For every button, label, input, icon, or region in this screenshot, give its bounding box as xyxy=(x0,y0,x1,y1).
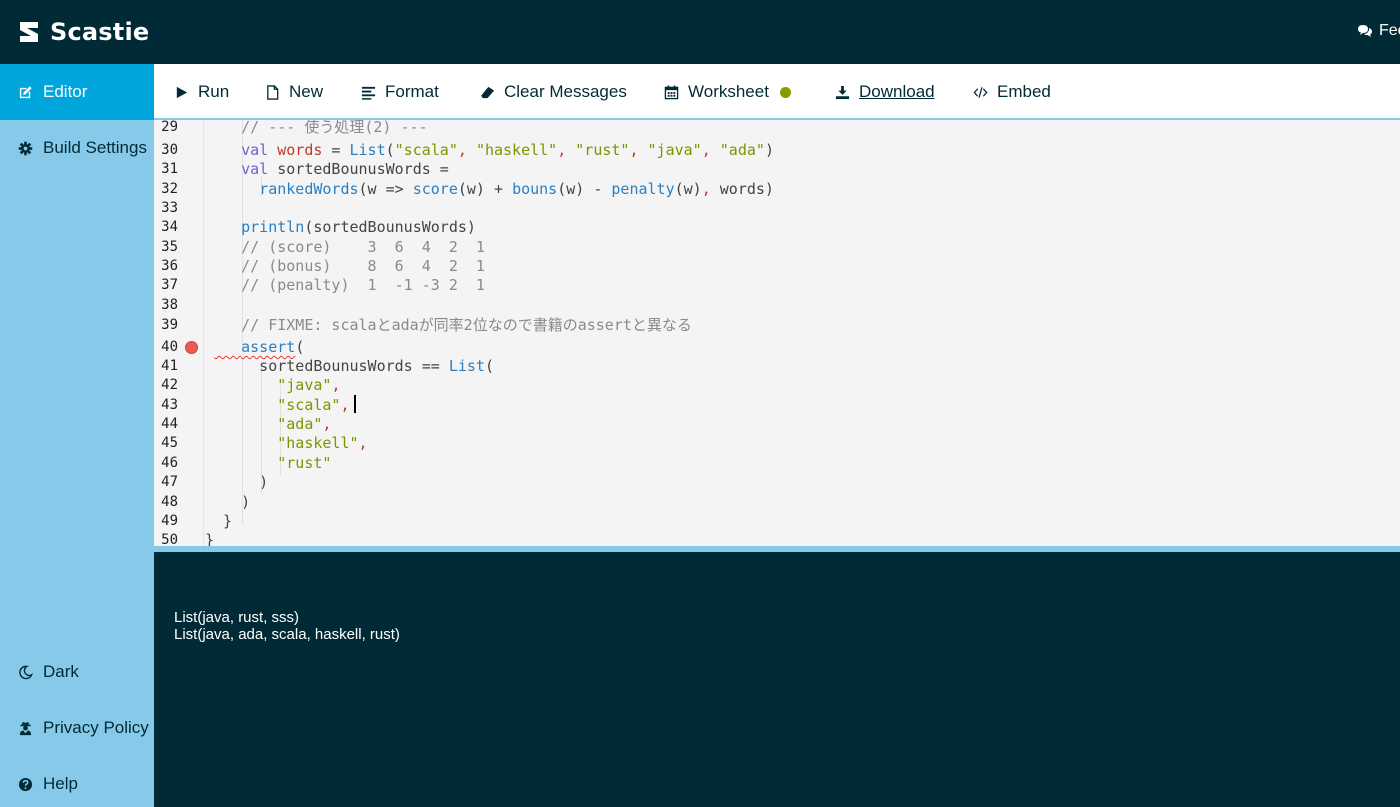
code-line: } xyxy=(205,512,233,530)
question-circle-icon xyxy=(18,777,33,791)
line-number: 38 xyxy=(161,297,178,313)
sidebar-item-dark[interactable]: Dark xyxy=(0,644,154,700)
top-bar: Scastie Fee xyxy=(0,0,1400,64)
line-number: 31 xyxy=(161,161,178,177)
download-icon xyxy=(835,85,850,99)
worksheet-label: Worksheet xyxy=(688,82,769,101)
code-icon xyxy=(973,86,988,98)
sidebar-item-privacy-policy[interactable]: Privacy Policy xyxy=(0,700,154,756)
user-secret-icon xyxy=(19,721,32,735)
code-editor[interactable]: 29 30 31 32 33 34 35 36 37 38 39 40 41 4… xyxy=(154,120,1400,546)
format-button[interactable]: Format xyxy=(361,64,439,120)
play-icon xyxy=(176,86,188,98)
code-line: "scala", xyxy=(277,396,350,414)
new-button[interactable]: New xyxy=(265,64,323,120)
scastie-logo-icon xyxy=(20,22,38,42)
worksheet-toggle[interactable]: Worksheet xyxy=(664,64,791,120)
code-line: // (bonus) 8 6 4 2 1 xyxy=(205,257,485,275)
line-number: 40 xyxy=(161,339,178,355)
eraser-icon xyxy=(480,86,495,98)
line-number: 42 xyxy=(161,377,178,393)
sidebar-item-label: Editor xyxy=(43,82,88,101)
line-number: 29 xyxy=(161,120,178,135)
line-number: 45 xyxy=(161,435,178,451)
code-line-error: assert( xyxy=(241,338,305,356)
line-number: 36 xyxy=(161,258,178,274)
worksheet-status-indicator xyxy=(779,86,791,98)
moon-icon xyxy=(19,665,33,679)
code-line: "haskell", xyxy=(277,434,368,452)
line-number: 39 xyxy=(161,317,178,333)
sidebar-item-editor[interactable]: Editor xyxy=(0,64,154,120)
sidebar: Editor Build Settings Dark Privacy Polic… xyxy=(0,64,154,807)
console-line: List(java, rust, sss) xyxy=(174,609,300,626)
console-output: List(java, rust, sss) List(java, ada, sc… xyxy=(154,552,1400,807)
sidebar-item-label: Privacy Policy xyxy=(43,718,149,737)
editor-toolbar: Run New Format Clear Messages Worksheet … xyxy=(154,64,1400,120)
line-number: 49 xyxy=(161,513,178,529)
code-line: // (penalty) 1 -1 -3 2 1 xyxy=(205,276,485,294)
gear-icon xyxy=(18,141,33,155)
line-number: 37 xyxy=(161,277,178,293)
calendar-icon xyxy=(664,84,679,99)
download-label: Download xyxy=(859,82,935,101)
line-number: 35 xyxy=(161,239,178,255)
code-line: // FIXME: scalaとadaが同率2位なので書籍のassertと異なる xyxy=(205,316,692,334)
scastie-logo[interactable]: Scastie xyxy=(16,16,149,48)
sidebar-item-label: Help xyxy=(43,774,78,793)
code-line: println(sortedBounusWords) xyxy=(241,218,476,236)
edit-icon xyxy=(19,85,32,98)
new-label: New xyxy=(289,82,324,101)
embed-button[interactable]: Embed xyxy=(973,64,1051,120)
line-number: 32 xyxy=(161,181,178,197)
feedback-label: Fee xyxy=(1379,22,1400,39)
code-line: } xyxy=(205,531,215,546)
sidebar-item-build-settings[interactable]: Build Settings xyxy=(0,120,154,176)
console-line: List(java, ada, scala, haskell, rust) xyxy=(174,626,400,643)
code-line: rankedWords(w => score(w) + bouns(w) - p… xyxy=(259,180,774,198)
code-line: ) xyxy=(205,473,269,491)
line-number: 33 xyxy=(161,200,178,216)
line-number: 43 xyxy=(161,397,178,413)
feedback-link[interactable]: Fee xyxy=(1357,20,1400,42)
code-line: "java", xyxy=(277,376,341,394)
comments-icon xyxy=(1358,25,1372,37)
line-number-gutter: 29 30 31 32 33 34 35 36 37 38 39 40 41 4… xyxy=(154,120,204,546)
clear-messages-label: Clear Messages xyxy=(504,82,627,101)
line-number: 47 xyxy=(161,474,178,490)
run-button[interactable]: Run xyxy=(174,64,229,120)
download-button[interactable]: Download xyxy=(835,64,935,120)
code-line: // (score) 3 6 4 2 1 xyxy=(205,238,485,256)
sidebar-item-label: Build Settings xyxy=(43,138,147,157)
code-line: sortedBounusWords == List( xyxy=(205,357,494,375)
align-left-icon xyxy=(361,86,376,100)
error-marker-icon[interactable] xyxy=(185,341,198,354)
clear-messages-button[interactable]: Clear Messages xyxy=(480,64,627,120)
sidebar-item-label: Dark xyxy=(43,662,79,681)
embed-label: Embed xyxy=(997,82,1051,101)
line-number: 41 xyxy=(161,358,178,374)
code-line: val words = List("scala", "haskell", "ru… xyxy=(241,141,774,159)
line-number: 34 xyxy=(161,219,178,235)
sidebar-item-help[interactable]: Help xyxy=(0,756,154,807)
run-label: Run xyxy=(198,82,230,101)
code-line: val sortedBounusWords = xyxy=(241,160,449,178)
code-line: ) xyxy=(205,493,251,511)
line-number: 50 xyxy=(161,532,178,546)
code-line: "rust" xyxy=(277,454,332,472)
line-number: 30 xyxy=(161,142,178,158)
format-label: Format xyxy=(385,82,439,101)
app-name: Scastie xyxy=(50,18,150,46)
line-number: 48 xyxy=(161,494,178,510)
text-cursor xyxy=(354,395,356,413)
line-number: 46 xyxy=(161,455,178,471)
line-number: 44 xyxy=(161,416,178,432)
file-icon xyxy=(267,84,279,100)
code-line: // --- 使う処理(2) --- xyxy=(205,120,428,136)
code-line: "ada", xyxy=(277,415,332,433)
